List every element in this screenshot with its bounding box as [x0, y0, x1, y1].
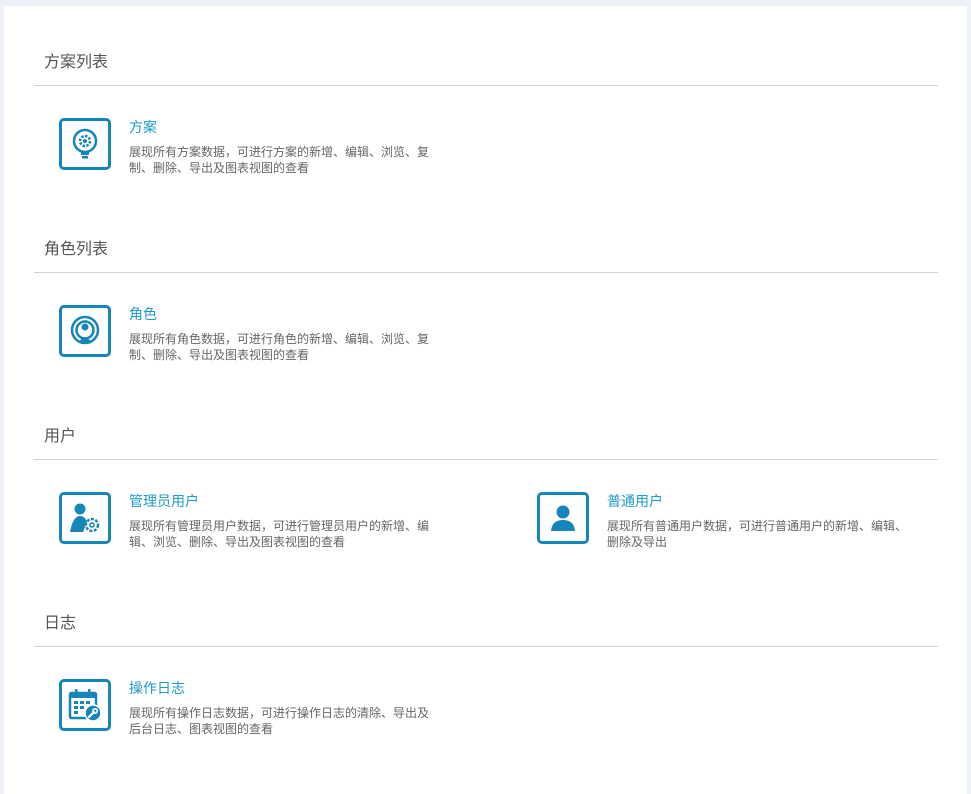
- section-title: 日志: [44, 613, 77, 632]
- section-divider: [34, 85, 938, 86]
- section-title: 角色列表: [44, 239, 109, 258]
- item-description: 展现所有角色数据，可进行角色的新增、编辑、浏览、复制、删除、导出及图表视图的查看: [129, 332, 430, 362]
- item-description: 展现所有方案数据，可进行方案的新增、编辑、浏览、复制、删除、导出及图表视图的查看: [129, 145, 430, 175]
- section-logs: 日志: [34, 613, 938, 647]
- item-role[interactable]: 角色 展现所有角色数据，可进行角色的新增、编辑、浏览、复制、删除、导出及图表视图…: [59, 305, 479, 385]
- item-title[interactable]: 方案: [129, 119, 157, 137]
- section-title: 用户: [44, 426, 77, 445]
- lightbulb-gear-icon: [59, 118, 111, 170]
- section-divider: [34, 459, 938, 460]
- item-title[interactable]: 操作日志: [129, 680, 185, 698]
- item-operation-log[interactable]: 操作日志 展现所有操作日志数据，可进行操作日志的清除、导出及后台日志、图表视图的…: [59, 679, 479, 759]
- item-description: 展现所有普通用户数据，可进行普通用户的新增、编辑、删除及导出: [607, 519, 908, 549]
- admin-user-gear-icon: [59, 492, 111, 544]
- main-panel: 方案列表 方案 展现所有方案数据，可进行方案的新增、编辑、浏览、复制、删除、导出…: [4, 6, 967, 794]
- section-title: 方案列表: [44, 52, 109, 71]
- item-description: 展现所有操作日志数据，可进行操作日志的清除、导出及后台日志、图表视图的查看: [129, 706, 430, 736]
- user-icon: [537, 492, 589, 544]
- calendar-wrench-icon: [59, 679, 111, 731]
- section-divider: [34, 272, 938, 273]
- item-title[interactable]: 管理员用户: [129, 493, 199, 511]
- item-title[interactable]: 角色: [129, 306, 157, 324]
- item-normal-user[interactable]: 普通用户 展现所有普通用户数据，可进行普通用户的新增、编辑、删除及导出: [537, 492, 957, 572]
- section-users: 用户: [34, 426, 938, 460]
- item-description: 展现所有管理员用户数据，可进行管理员用户的新增、编辑、浏览、删除、导出及图表视图…: [129, 519, 430, 549]
- item-admin-user[interactable]: 管理员用户 展现所有管理员用户数据，可进行管理员用户的新增、编辑、浏览、删除、导…: [59, 492, 479, 572]
- role-broadcast-icon: [59, 305, 111, 357]
- item-plan[interactable]: 方案 展现所有方案数据，可进行方案的新增、编辑、浏览、复制、删除、导出及图表视图…: [59, 118, 479, 198]
- section-role-list: 角色列表: [34, 239, 938, 273]
- section-plan-list: 方案列表: [34, 52, 938, 86]
- item-title[interactable]: 普通用户: [607, 493, 663, 511]
- section-divider: [34, 646, 938, 647]
